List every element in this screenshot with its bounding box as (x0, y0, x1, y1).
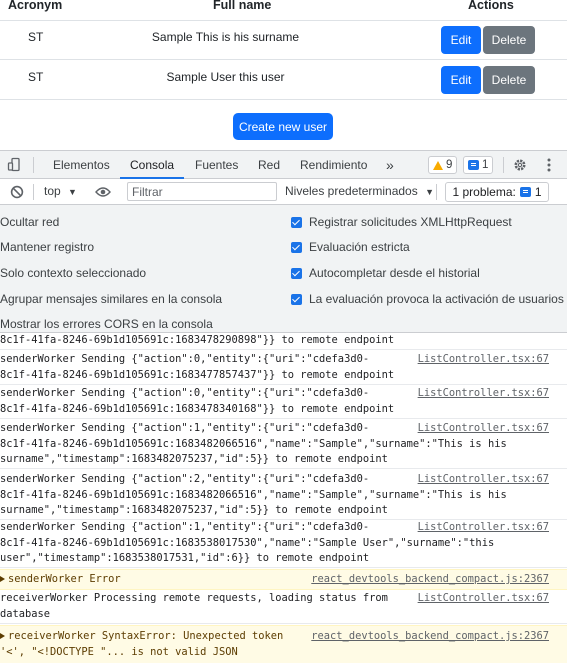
device-toolbar-icon[interactable] (6, 156, 24, 174)
more-options-icon[interactable] (540, 156, 558, 174)
checkbox-checked[interactable] (291, 267, 302, 279)
users-page: Acronym Full name Actions ST Sample This… (0, 0, 567, 150)
messages-badge[interactable]: 1 (463, 156, 494, 174)
divider (33, 157, 34, 173)
console-message: senderWorker Sending {"action":0,"entity… (0, 386, 567, 419)
log-levels-label: Niveles predeterminados (285, 184, 418, 198)
setting-selected-context-only[interactable]: Solo contexto seleccionado (0, 266, 146, 280)
console-warning[interactable]: senderWorker Error react_devtools_backen… (0, 569, 567, 590)
source-link[interactable]: ListController.tsx:67 (418, 591, 549, 607)
column-header-actions: Actions (468, 0, 514, 12)
log-levels-dropdown[interactable]: Niveles predeterminados ▼ (285, 184, 434, 198)
create-user-button[interactable]: Create new user (233, 113, 333, 140)
console-message: 8c1f-41fa-8246-69b1d105691c:168347829089… (0, 333, 567, 350)
tab-sources[interactable]: Fuentes (195, 151, 238, 179)
source-link[interactable]: ListController.tsx:67 (418, 421, 549, 437)
console-output: 8c1f-41fa-8246-69b1d105691c:168347829089… (0, 333, 567, 663)
console-message: senderWorker Sending {"action":0,"entity… (0, 352, 567, 385)
tab-performance[interactable]: Rendimiento (300, 151, 367, 179)
expand-caret-icon[interactable] (0, 633, 5, 639)
devtools-tab-bar: Elementos Consola Fuentes Red Rendimient… (0, 151, 567, 179)
console-message: receiverWorker Processing remote request… (0, 590, 567, 624)
dropdown-arrow-icon: ▼ (425, 187, 434, 197)
issues-button[interactable]: 1 problema: 1 (445, 182, 549, 202)
message-text: senderWorker Error (0, 572, 121, 588)
message-text: receiverWorker SyntaxError: Unexpected t… (0, 630, 284, 658)
gear-icon[interactable] (511, 156, 529, 174)
setting-user-activation[interactable]: La evaluación provoca la activación de u… (291, 292, 564, 306)
context-selector-label: top (44, 184, 61, 198)
context-selector[interactable]: top ▼ (44, 184, 77, 198)
checkbox-checked[interactable] (291, 216, 302, 228)
setting-label: Registrar solicitudes XMLHttpRequest (309, 215, 512, 229)
console-message: senderWorker Sending {"action":1,"entity… (0, 520, 567, 568)
table-row: ST Sample This is his surname Edit Delet… (0, 20, 567, 60)
message-text: senderWorker Sending {"action":0,"entity… (0, 353, 395, 381)
filter-input[interactable] (127, 182, 277, 201)
tab-network[interactable]: Red (258, 151, 280, 179)
issues-label: 1 problema: (452, 185, 516, 199)
table-row: ST Sample User this user Edit Delete (0, 60, 567, 100)
source-link[interactable]: ListController.tsx:67 (418, 520, 549, 536)
clear-console-icon[interactable] (8, 183, 26, 201)
setting-eager-evaluation[interactable]: Evaluación estricta (291, 240, 410, 254)
message-count: 1 (482, 159, 489, 171)
console-message: senderWorker Sending {"action":2,"entity… (0, 472, 567, 520)
setting-label: Autocompletar desde el historial (309, 266, 480, 280)
delete-button[interactable]: Delete (483, 26, 535, 54)
message-text: senderWorker Sending {"action":0,"entity… (0, 387, 395, 415)
column-header-full-name: Full name (213, 0, 272, 12)
message-text: receiverWorker Processing remote request… (0, 592, 388, 620)
tab-console[interactable]: Consola (120, 151, 185, 179)
table-header: Acronym Full name Actions (0, 0, 567, 21)
expand-caret-icon[interactable] (0, 576, 5, 582)
console-toolbar: top ▼ Niveles predeterminados ▼ 1 proble… (0, 179, 567, 205)
eye-icon[interactable] (94, 183, 112, 201)
divider (436, 184, 437, 200)
console-message: senderWorker Sending {"action":1,"entity… (0, 421, 567, 469)
console-settings: Ocultar red Mantener registro Solo conte… (0, 205, 567, 333)
source-link[interactable]: ListController.tsx:67 (418, 352, 549, 368)
message-text: 8c1f-41fa-8246-69b1d105691c:168347829089… (0, 334, 395, 346)
message-icon (519, 187, 531, 197)
divider (33, 184, 34, 200)
full-name-cell: Sample User this user (166, 70, 285, 84)
source-link[interactable]: react_devtools_backend_compact.js:2367 (311, 629, 549, 645)
setting-show-cors-errors[interactable]: Mostrar los errores CORS en la consola (0, 317, 213, 331)
delete-button[interactable]: Delete (483, 66, 535, 94)
issues-count: 1 (534, 185, 542, 199)
tab-elements[interactable]: Elementos (53, 151, 110, 179)
setting-log-xhr[interactable]: Registrar solicitudes XMLHttpRequest (291, 215, 512, 229)
console-warning[interactable]: receiverWorker SyntaxError: Unexpected t… (0, 625, 567, 663)
checkbox-checked[interactable] (291, 241, 302, 253)
message-icon (468, 160, 479, 170)
source-link[interactable]: react_devtools_backend_compact.js:2367 (311, 572, 549, 588)
setting-hide-network[interactable]: Ocultar red (0, 215, 59, 229)
more-tabs-button[interactable]: » (386, 151, 394, 179)
column-header-acronym: Acronym (8, 0, 63, 12)
dropdown-arrow-icon: ▼ (68, 187, 77, 197)
setting-label: Evaluación estricta (309, 240, 410, 254)
setting-autocomplete-history[interactable]: Autocompletar desde el historial (291, 266, 480, 280)
edit-button[interactable]: Edit (441, 66, 481, 94)
warning-count: 9 (446, 159, 453, 171)
source-link[interactable]: ListController.tsx:67 (418, 472, 549, 488)
setting-group-similar[interactable]: Agrupar mensajes similares en la consola (0, 292, 222, 306)
setting-label: La evaluación provoca la activación de u… (309, 292, 564, 306)
full-name-cell: Sample This is his surname (151, 30, 300, 44)
warning-icon (433, 160, 443, 170)
devtools-panel: Elementos Consola Fuentes Red Rendimient… (0, 150, 567, 663)
source-link[interactable]: ListController.tsx:67 (418, 386, 549, 402)
checkbox-checked[interactable] (291, 293, 302, 305)
warnings-badge[interactable]: 9 (428, 156, 458, 174)
edit-button[interactable]: Edit (441, 26, 481, 54)
divider (503, 157, 504, 173)
setting-preserve-log[interactable]: Mantener registro (0, 240, 94, 254)
